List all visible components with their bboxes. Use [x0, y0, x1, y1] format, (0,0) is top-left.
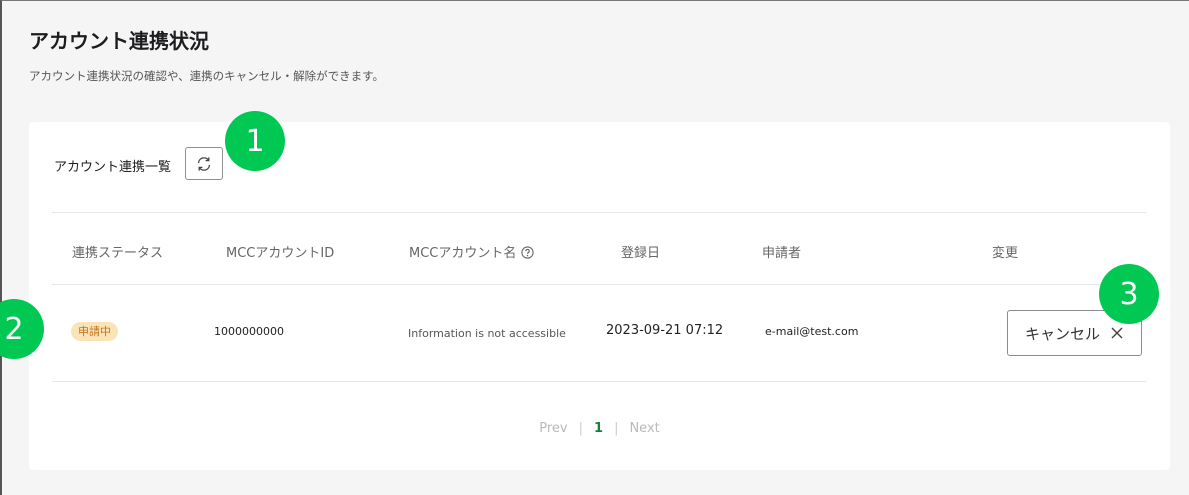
- question-circle-icon[interactable]: [521, 246, 535, 259]
- divider: [52, 381, 1146, 382]
- cell-mcc-id: 1000000000: [214, 325, 284, 338]
- cell-registered: 2023-09-21 07:12: [606, 323, 724, 338]
- col-header-mcc-id: MCCアカウントID: [226, 246, 335, 261]
- list-title: アカウント連携一覧: [54, 160, 172, 175]
- account-link-card: アカウント連携一覧 連携ステータス MCCアカウントID MCCアカウント名 登…: [29, 122, 1170, 470]
- refresh-icon: [197, 156, 211, 171]
- pagination: Prev | 1 | Next: [29, 421, 1170, 436]
- next-link[interactable]: Next: [629, 421, 659, 436]
- col-header-status: 連携ステータス: [72, 246, 164, 261]
- cell-applicant: e-mail@test.com: [765, 325, 859, 338]
- divider: [52, 212, 1146, 213]
- annotation-marker-1: 1: [225, 111, 285, 171]
- annotation-marker-3: 3: [1099, 264, 1159, 324]
- page-title: アカウント連携状況: [29, 29, 209, 53]
- close-icon: [1110, 326, 1124, 340]
- pager-separator: |: [614, 421, 619, 436]
- cell-mcc-name: Information is not accessible: [408, 327, 566, 340]
- pager-separator: |: [578, 421, 584, 436]
- col-header-mcc-name: MCCアカウント名: [409, 246, 517, 261]
- page-subtitle: アカウント連携状況の確認や、連携のキャンセル・解除ができます。: [29, 69, 385, 83]
- col-header-mcc-name-wrap: MCCアカウント名: [409, 242, 535, 261]
- col-header-change: 変更: [992, 246, 1019, 261]
- cancel-button-label: キャンセル: [1024, 324, 1100, 343]
- page-number-current[interactable]: 1: [594, 421, 603, 436]
- page-frame: アカウント連携状況 アカウント連携状況の確認や、連携のキャンセル・解除ができます…: [0, 0, 1189, 495]
- col-header-applicant: 申請者: [762, 246, 802, 261]
- divider: [52, 284, 1146, 285]
- status-badge: 申請中: [71, 322, 118, 341]
- col-header-registered: 登録日: [621, 246, 661, 261]
- refresh-button[interactable]: [185, 147, 223, 180]
- prev-link[interactable]: Prev: [539, 421, 567, 436]
